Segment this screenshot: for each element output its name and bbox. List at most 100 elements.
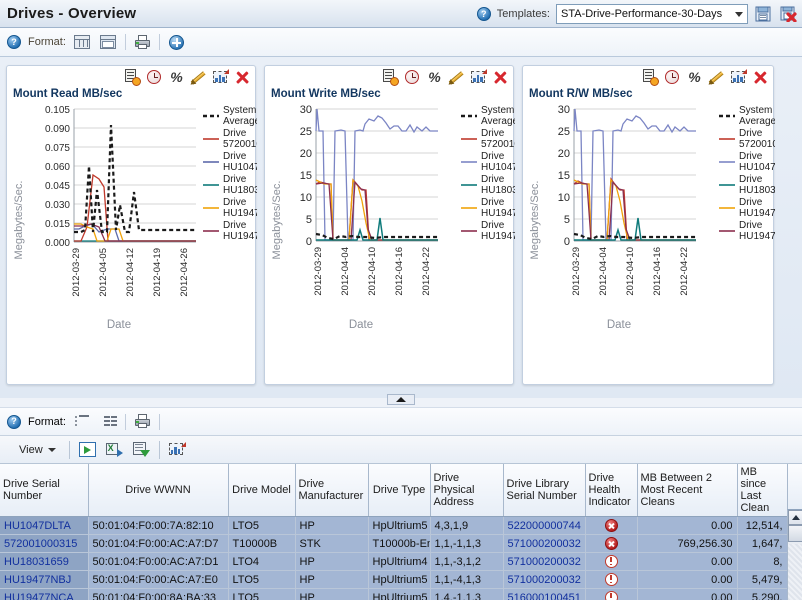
report-schedule-icon[interactable] xyxy=(124,69,141,86)
export-excel-button[interactable]: X xyxy=(105,441,124,458)
query-filter-button[interactable] xyxy=(132,441,151,458)
view-menu-button[interactable]: View xyxy=(14,442,61,458)
cell-drive-wwnn: 50:01:04:F0:00:AC:A7:E0 xyxy=(88,570,229,589)
chart-export-icon[interactable] xyxy=(730,69,747,85)
scroll-up-button[interactable] xyxy=(788,510,802,525)
column-header-mb-since-last-clean[interactable]: MB since Last Clean xyxy=(737,464,788,517)
svg-text:System: System xyxy=(739,105,772,116)
help-icon[interactable]: ? xyxy=(476,7,491,21)
svg-text:25: 25 xyxy=(558,126,570,138)
svg-text:Average: Average xyxy=(223,116,257,127)
cell-drive-serial-number[interactable]: 572001000315 xyxy=(0,534,89,553)
pencil-icon[interactable] xyxy=(446,69,465,87)
table-row[interactable]: HU19477NCA 50:01:04:F0:00:8A:BA:33 LTO5 … xyxy=(0,588,788,600)
chart-svg-mount-write: Megabytes/Sec. 30 25 25 15 10 5 0 20 xyxy=(271,104,515,331)
close-icon[interactable] xyxy=(492,69,509,85)
svg-text:HU1047DL...: HU1047DL... xyxy=(739,162,775,173)
table-row[interactable]: HU1047DLTA 50:01:04:F0:00:7A:82:10 LTO5 … xyxy=(0,516,788,535)
clock-icon[interactable] xyxy=(404,69,421,85)
printer-icon xyxy=(134,414,151,429)
svg-text:HU19477NBJ: HU19477NBJ xyxy=(223,208,257,219)
close-icon[interactable] xyxy=(752,69,769,85)
column-header-drive-type[interactable]: Drive Type xyxy=(368,464,431,517)
close-icon[interactable] xyxy=(234,69,251,85)
svg-text:Drive: Drive xyxy=(739,128,763,139)
svg-text:Date: Date xyxy=(107,319,131,331)
scrollbar-thumb[interactable] xyxy=(788,525,802,542)
percent-icon[interactable]: % xyxy=(426,69,443,85)
table-vertical-scrollbar[interactable] xyxy=(787,510,802,600)
cell-drive-serial-number[interactable]: HU18031659 xyxy=(0,552,89,571)
save-template-button[interactable] xyxy=(754,6,773,23)
query-filter-icon xyxy=(132,442,150,457)
column-header-drive-library-serial-number[interactable]: Drive Library Serial Number xyxy=(503,464,586,517)
percent-icon[interactable]: % xyxy=(686,69,703,85)
column-header-drive-health-indicator[interactable]: Drive Health Indicator xyxy=(585,464,638,517)
table-row[interactable]: HU19477NBJ 50:01:04:F0:00:AC:A7:E0 LTO5 … xyxy=(0,570,788,589)
svg-text:HU19477N...: HU19477N... xyxy=(223,231,257,242)
print-button[interactable] xyxy=(133,34,152,51)
svg-text:30: 30 xyxy=(558,104,570,116)
svg-text:Drive: Drive xyxy=(223,151,247,162)
clock-icon[interactable] xyxy=(146,69,163,85)
add-chart-button[interactable] xyxy=(167,34,186,51)
svg-text:Megabytes/Sec.: Megabytes/Sec. xyxy=(13,181,25,260)
list-view-button[interactable] xyxy=(73,413,92,430)
format-grid-split-button[interactable] xyxy=(99,34,118,51)
cell-drive-serial-number[interactable]: HU19477NCA xyxy=(0,588,89,600)
report-schedule-icon[interactable] xyxy=(382,69,399,86)
report-schedule-icon[interactable] xyxy=(642,69,659,86)
column-header-drive-model[interactable]: Drive Model xyxy=(228,464,296,517)
cell-drive-serial-number[interactable]: HU1047DLTA xyxy=(0,516,89,535)
table-row[interactable]: HU18031659 50:01:04:F0:00:AC:A7:D1 LTO4 … xyxy=(0,552,788,571)
column-header-drive-wwnn[interactable]: Drive WWNN xyxy=(88,464,229,517)
column-header-mb-between-cleans[interactable]: MB Between 2 Most Recent Cleans xyxy=(637,464,738,517)
chart-plot: Megabytes/Sec. 30 25 25 15 10 5 0 20 xyxy=(265,102,515,384)
list-detail-view-button[interactable] xyxy=(99,413,118,430)
help-icon[interactable]: ? xyxy=(7,414,21,429)
clock-icon[interactable] xyxy=(664,69,681,85)
cell-drive-serial-number[interactable]: HU19477NBJ xyxy=(0,570,89,589)
create-chart-button[interactable] xyxy=(168,441,187,458)
cell-drive-library-serial-number[interactable]: 571000200032 xyxy=(503,534,586,553)
chart-svg-mount-read: Megabytes/Sec. 0.105 0.090 0.075 0.060 0… xyxy=(13,105,257,331)
detach-button[interactable] xyxy=(78,441,97,458)
cell-drive-library-serial-number[interactable]: 571000200032 xyxy=(503,570,586,589)
chart-title: Mount Write MB/sec xyxy=(271,88,381,100)
critical-status-icon xyxy=(604,519,618,532)
percent-icon[interactable]: % xyxy=(168,69,185,85)
format-grid-rows-button[interactable] xyxy=(73,34,92,51)
cell-drive-library-serial-number[interactable]: 522000000744 xyxy=(503,516,586,535)
chart-export-icon[interactable] xyxy=(470,69,487,85)
column-header-drive-serial-number[interactable]: Drive Serial Number xyxy=(0,464,89,517)
list-icon xyxy=(74,415,90,428)
add-icon xyxy=(168,34,184,50)
drives-table-region[interactable]: Drive Serial Number Drive WWNN Drive Mod… xyxy=(0,464,802,600)
scrollbar-track[interactable] xyxy=(788,544,802,600)
cell-drive-type: T10000b-En xyxy=(368,534,431,553)
svg-text:0.045: 0.045 xyxy=(45,181,70,192)
cell-drive-library-serial-number[interactable]: 571000200032 xyxy=(503,552,586,571)
svg-text:Average: Average xyxy=(739,116,775,127)
cell-drive-library-serial-number[interactable]: 516000100451 xyxy=(503,588,586,600)
pencil-icon[interactable] xyxy=(188,69,207,87)
svg-text:HU18031659: HU18031659 xyxy=(481,185,515,196)
collapse-up-icon xyxy=(396,397,406,402)
save-template-icon xyxy=(755,6,771,22)
cell-drive-model: LTO4 xyxy=(228,552,296,571)
template-dropdown[interactable]: STA-Drive-Performance-30-Days xyxy=(556,4,748,24)
svg-text:Drive: Drive xyxy=(223,128,247,139)
help-icon[interactable]: ? xyxy=(7,35,21,49)
chart-export-icon[interactable] xyxy=(212,69,229,85)
cell-drive-type: HpUltrium4 xyxy=(368,552,431,571)
column-header-drive-manufacturer[interactable]: Drive Manufacturer xyxy=(295,464,369,517)
collapse-charts-button[interactable] xyxy=(387,394,415,405)
print-table-button[interactable] xyxy=(133,413,152,430)
cell-drive-physical-address: 1,4,-1,1,3 xyxy=(430,588,504,600)
column-header-drive-physical-address[interactable]: Drive Physical Address xyxy=(430,464,504,517)
delete-template-button[interactable] xyxy=(779,6,798,23)
cell-mb-since-last-clean: 12,514, xyxy=(737,516,788,535)
svg-text:0: 0 xyxy=(306,236,312,248)
pencil-icon[interactable] xyxy=(706,69,725,87)
table-row[interactable]: 572001000315 50:01:04:F0:00:AC:A7:D7 T10… xyxy=(0,534,788,553)
